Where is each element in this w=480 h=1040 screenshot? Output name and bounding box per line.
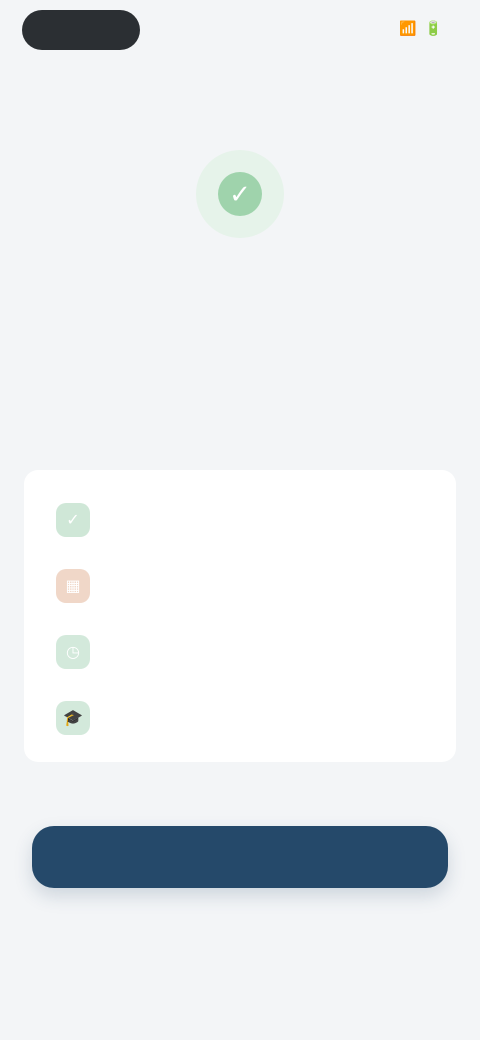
- feature-item: ▦: [56, 566, 108, 606]
- check-icon: ✓: [56, 503, 90, 537]
- signal-icon: 📶: [399, 20, 417, 36]
- clock-icon: ◷: [56, 635, 90, 669]
- graduation-cap-icon: 🎓: [56, 701, 90, 735]
- check-icon: ✓: [218, 172, 262, 216]
- primary-cta-button[interactable]: [32, 826, 448, 888]
- status-pill[interactable]: [22, 10, 140, 50]
- feature-item: ✓: [56, 500, 108, 540]
- hero-badge: ✓: [196, 150, 284, 238]
- battery-icon: 🔋: [424, 20, 442, 36]
- features-card: ✓ ▦ ◷ 🎓: [24, 470, 456, 762]
- calendar-icon: ▦: [56, 569, 90, 603]
- feature-item: ◷: [56, 632, 108, 672]
- status-bar: 📶 🔋: [0, 0, 480, 64]
- secondary-link[interactable]: [160, 918, 320, 946]
- feature-item: 🎓: [56, 698, 108, 738]
- status-right: 📶 🔋: [399, 20, 450, 37]
